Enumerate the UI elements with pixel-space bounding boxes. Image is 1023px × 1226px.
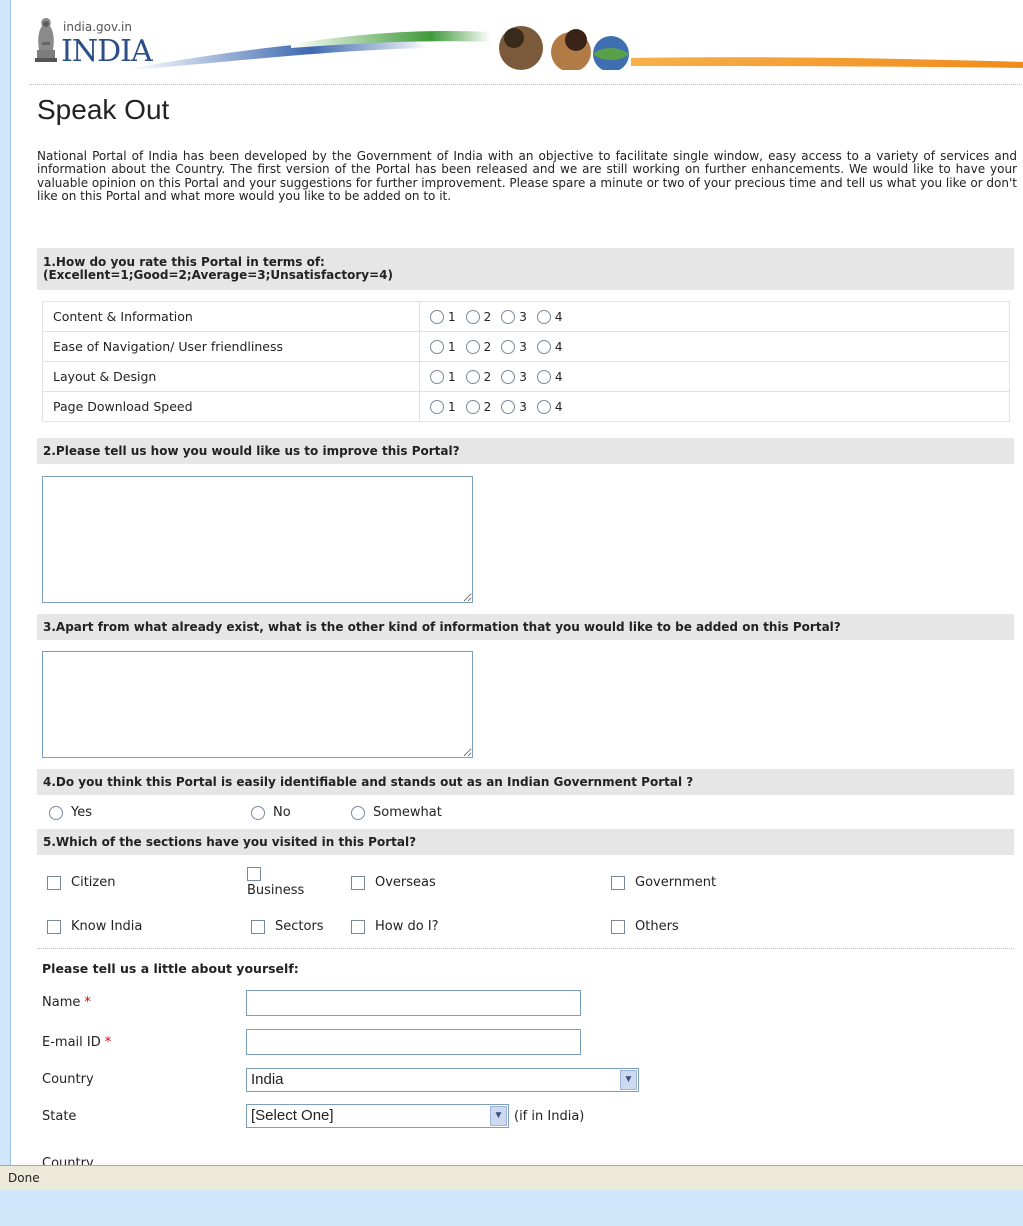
country-label: Country xyxy=(42,1072,94,1087)
how-do-i-checkbox[interactable] xyxy=(351,919,365,934)
table-row: Layout & Design 1 2 3 4 xyxy=(42,361,1010,392)
state-label: State xyxy=(42,1109,77,1124)
section-others[interactable]: Others xyxy=(611,919,679,934)
question-3-heading: 3.Apart from what already exist, what is… xyxy=(37,614,1014,640)
table-row: Content & Information 1 2 3 4 xyxy=(42,301,1010,332)
about-yourself-heading: Please tell us a little about yourself: xyxy=(42,961,299,976)
section-business[interactable]: Business xyxy=(247,866,304,898)
state-select[interactable]: [Select One] ▼ xyxy=(246,1104,509,1128)
name-input[interactable] xyxy=(246,990,581,1016)
other-information-textarea[interactable] xyxy=(42,651,473,758)
section-overseas[interactable]: Overseas xyxy=(351,875,436,890)
chevron-down-icon[interactable]: ▼ xyxy=(490,1106,507,1126)
required-mark: * xyxy=(104,1035,112,1050)
header-divider xyxy=(29,84,1023,85)
section-divider xyxy=(37,948,1014,949)
status-text: Done xyxy=(8,1171,40,1185)
rating-radio[interactable] xyxy=(430,340,444,355)
question-4-heading: 4.Do you think this Portal is easily ide… xyxy=(37,769,1014,795)
section-how-do-i[interactable]: How do I? xyxy=(351,919,439,934)
know-india-checkbox[interactable] xyxy=(47,919,61,934)
rating-options: 1 2 3 4 xyxy=(419,361,1010,392)
rating-radio[interactable] xyxy=(430,400,444,415)
rating-radio[interactable] xyxy=(501,340,516,355)
site-url-text: india.gov.in xyxy=(63,20,132,34)
email-label: E-mail ID * xyxy=(42,1035,112,1050)
status-bar: Done xyxy=(0,1165,1023,1190)
yes-radio[interactable] xyxy=(49,805,63,820)
section-citizen[interactable]: Citizen xyxy=(47,875,115,890)
rating-options: 1 2 3 4 xyxy=(419,331,1010,362)
business-checkbox[interactable] xyxy=(247,866,261,881)
rating-row-label: Layout & Design xyxy=(42,361,420,392)
rating-radio[interactable] xyxy=(536,310,551,325)
government-checkbox[interactable] xyxy=(611,875,625,890)
email-input[interactable] xyxy=(246,1029,581,1055)
country-select[interactable]: India ▼ xyxy=(246,1068,639,1092)
rating-options: 1 2 3 4 xyxy=(419,391,1010,422)
rating-radio[interactable] xyxy=(430,310,444,325)
rating-radio[interactable] xyxy=(430,370,444,385)
question-1-scale: (Excellent=1;Good=2;Average=3;Unsatisfac… xyxy=(43,268,393,282)
rating-radio[interactable] xyxy=(465,400,480,415)
section-government[interactable]: Government xyxy=(611,875,716,890)
chevron-down-icon[interactable]: ▼ xyxy=(620,1070,637,1090)
citizen-checkbox[interactable] xyxy=(47,875,61,890)
header-banner: india.gov.in INDIA xyxy=(11,0,1023,70)
rating-radio[interactable] xyxy=(501,400,516,415)
no-radio[interactable] xyxy=(251,805,265,820)
overseas-checkbox[interactable] xyxy=(351,875,365,890)
rating-radio[interactable] xyxy=(465,370,480,385)
improve-portal-textarea[interactable] xyxy=(42,476,473,603)
partial-country-label: Country xyxy=(42,1156,94,1165)
others-checkbox[interactable] xyxy=(611,919,625,934)
rating-radio[interactable] xyxy=(465,340,480,355)
rating-radio[interactable] xyxy=(536,370,551,385)
name-label: Name * xyxy=(42,995,91,1010)
answer-no[interactable]: No xyxy=(251,805,291,820)
rating-radio[interactable] xyxy=(501,310,516,325)
page-title: Speak Out xyxy=(37,94,170,125)
rating-radio[interactable] xyxy=(536,340,551,355)
somewhat-radio[interactable] xyxy=(351,805,365,820)
table-row: Page Download Speed 1 2 3 4 xyxy=(42,391,1010,422)
question-1-heading: 1.How do you rate this Portal in terms o… xyxy=(37,248,1014,290)
rating-radio[interactable] xyxy=(501,370,516,385)
rating-row-label: Page Download Speed xyxy=(42,391,420,422)
question-2-heading: 2.Please tell us how you would like us t… xyxy=(37,438,1014,464)
answer-somewhat[interactable]: Somewhat xyxy=(351,805,442,820)
section-sectors[interactable]: Sectors xyxy=(251,919,324,934)
rating-row-label: Ease of Navigation/ User friendliness xyxy=(42,331,420,362)
state-hint: (if in India) xyxy=(514,1109,585,1124)
section-know-india[interactable]: Know India xyxy=(47,919,142,934)
rating-radio[interactable] xyxy=(536,400,551,415)
sectors-checkbox[interactable] xyxy=(251,919,265,934)
intro-paragraph: National Portal of India has been develo… xyxy=(37,149,1017,204)
browser-content: india.gov.in INDIA Speak Out National Po… xyxy=(10,0,1023,1165)
answer-yes[interactable]: Yes xyxy=(49,805,92,820)
table-row: Ease of Navigation/ User friendliness 1 … xyxy=(42,331,1010,362)
national-emblem-icon xyxy=(35,18,57,62)
rating-options: 1 2 3 4 xyxy=(419,301,1010,332)
banner-swoosh-graphic xyxy=(131,26,1023,70)
rating-table: Content & Information 1 2 3 4 Ease of Na… xyxy=(42,301,1010,422)
rating-radio[interactable] xyxy=(465,310,480,325)
required-mark: * xyxy=(84,995,91,1010)
question-5-heading: 5.Which of the sections have you visited… xyxy=(37,829,1014,855)
rating-row-label: Content & Information xyxy=(42,301,420,332)
